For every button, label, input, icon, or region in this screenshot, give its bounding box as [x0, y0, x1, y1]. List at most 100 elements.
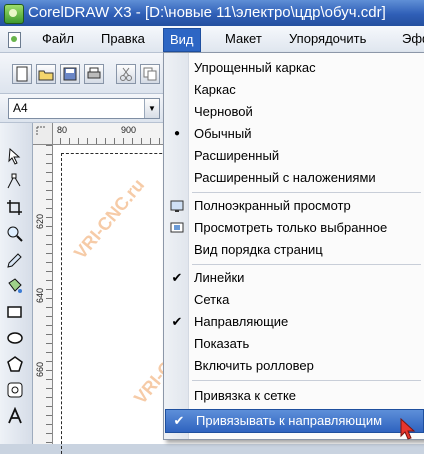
- menu-item-enhanced-overprints[interactable]: Расширенный с наложениями: [164, 167, 423, 189]
- shape-tool[interactable]: [4, 171, 26, 193]
- cut-button[interactable]: [116, 64, 136, 84]
- menu-item-label: Просмотреть только выбранное: [194, 220, 388, 235]
- menu-item-draft[interactable]: Черновой: [164, 101, 423, 123]
- magnifier-icon: [7, 226, 23, 242]
- title-bar: CorelDRAW X3 - [D:\новые 11\электро\цдр\…: [0, 0, 424, 26]
- menu-item-normal[interactable]: ● Обычный: [164, 123, 423, 145]
- checkmark-icon: ✔: [173, 413, 185, 428]
- menu-item-wireframe[interactable]: Каркас: [164, 79, 423, 101]
- menu-layout[interactable]: Макет: [219, 29, 268, 49]
- page-border: [61, 153, 172, 454]
- menu-item-enable-rollover[interactable]: Включить ролловер: [164, 355, 423, 377]
- menu-view[interactable]: Вид: [163, 28, 201, 52]
- menu-effects[interactable]: Эфф: [396, 29, 424, 49]
- pen-icon: [7, 253, 22, 268]
- ellipse-tool[interactable]: [4, 327, 26, 349]
- menu-item-full-screen[interactable]: Полноэкранный просмотр: [164, 195, 423, 217]
- coreldraw-app-icon[interactable]: [4, 4, 24, 24]
- menu-item-snap-to-grid[interactable]: Привязка к сетке: [164, 385, 423, 407]
- crop-icon: [7, 200, 22, 215]
- menu-item-label: Черновой: [194, 104, 253, 119]
- menu-item-simple-wireframe[interactable]: Упрощенный каркас: [164, 57, 423, 79]
- menu-item-view-selected[interactable]: Просмотреть только выбранное: [164, 217, 423, 239]
- view-menu-dropdown: Упрощенный каркас Каркас Черновой ● Обыч…: [163, 52, 424, 440]
- new-file-icon: [16, 66, 28, 82]
- page-size-select[interactable]: A4 ▼: [8, 98, 160, 119]
- menu-item-enhanced[interactable]: Расширенный: [164, 145, 423, 167]
- arrow-pointer-icon: [8, 147, 21, 165]
- fullscreen-icon: [170, 195, 184, 217]
- menu-separator: [192, 192, 421, 193]
- scissors-icon: [120, 67, 132, 81]
- menu-item-label: Направляющие: [194, 314, 289, 329]
- checkmark-icon: ✔: [171, 314, 183, 329]
- save-icon: [63, 67, 77, 81]
- menu-item-label: Вид порядка страниц: [194, 242, 323, 257]
- toolbox: [0, 123, 33, 444]
- menu-item-label: Сетка: [194, 292, 230, 307]
- basic-shapes-tool[interactable]: [4, 379, 26, 401]
- menu-item-page-sorter[interactable]: Вид порядка страниц: [164, 239, 423, 261]
- menu-item-rulers[interactable]: ✔ Линейки: [164, 267, 423, 289]
- freehand-tool[interactable]: [4, 249, 26, 271]
- menu-item-label: Расширенный: [194, 148, 280, 163]
- copy-icon: [143, 67, 157, 81]
- pick-tool[interactable]: [4, 145, 26, 167]
- zoom-tool[interactable]: [4, 223, 26, 245]
- menu-separator: [192, 264, 421, 265]
- print-icon: [87, 67, 101, 79]
- ruler-origin-icon: [36, 126, 45, 135]
- menu-item-label: Упрощенный каркас: [194, 60, 316, 75]
- rectangle-tool[interactable]: [4, 301, 26, 323]
- radio-dot-icon: ●: [173, 128, 181, 139]
- menu-item-label: Каркас: [194, 82, 236, 97]
- shape-node-icon: [7, 173, 21, 189]
- menu-item-grid[interactable]: Сетка: [164, 289, 423, 311]
- ruler-label: 660: [35, 361, 45, 377]
- chevron-down-icon[interactable]: ▼: [144, 99, 159, 118]
- smart-fill-tool[interactable]: [4, 275, 26, 297]
- ellipse-icon: [7, 332, 23, 344]
- menu-item-label: Полноэкранный просмотр: [194, 198, 351, 213]
- polygon-icon: [7, 356, 23, 372]
- ruler-ticks: [46, 145, 52, 444]
- crop-tool[interactable]: [4, 197, 26, 219]
- ruler-label: 900: [121, 125, 137, 135]
- text-tool[interactable]: [4, 405, 26, 427]
- document-icon[interactable]: [8, 32, 21, 48]
- mouse-pointer-icon: [400, 418, 416, 440]
- menu-item-guidelines[interactable]: ✔ Направляющие: [164, 311, 423, 333]
- rectangle-icon: [7, 306, 22, 318]
- ruler-label: 80: [57, 125, 68, 135]
- menu-item-show[interactable]: Показать: [164, 333, 423, 355]
- menu-item-snap-to-guidelines[interactable]: ✔ Привязывать к направляющим: [165, 409, 424, 433]
- view-selected-icon: [170, 217, 184, 239]
- menu-item-label: Включить ролловер: [194, 358, 314, 373]
- menu-item-label: Обычный: [194, 126, 252, 141]
- polygon-tool[interactable]: [4, 353, 26, 375]
- basic-shapes-icon: [7, 382, 23, 398]
- menu-item-label: Линейки: [194, 270, 245, 285]
- menu-edit[interactable]: Правка: [95, 29, 151, 49]
- ruler-label: 620: [35, 213, 45, 229]
- menu-separator: [192, 380, 421, 381]
- save-button[interactable]: [60, 64, 80, 84]
- menu-arrange[interactable]: Упорядочить: [283, 29, 372, 49]
- smart-fill-icon: [8, 278, 22, 293]
- menu-item-label: Привязывать к направляющим: [196, 413, 383, 428]
- window-title: CorelDRAW X3 - [D:\новые 11\электро\цдр\…: [28, 4, 386, 21]
- open-folder-icon: [38, 70, 54, 81]
- vertical-ruler[interactable]: 620 640 660: [33, 145, 53, 444]
- open-button[interactable]: [36, 64, 56, 84]
- checkmark-icon: ✔: [171, 270, 183, 285]
- menu-file[interactable]: Файл: [36, 29, 80, 49]
- menu-item-label: Показать: [194, 336, 250, 351]
- menu-item-label: Привязка к сетке: [194, 388, 297, 403]
- print-button[interactable]: [84, 64, 104, 84]
- new-document-button[interactable]: [12, 64, 32, 84]
- menu-bar: Файл Правка Вид Макет Упорядочить Эфф: [0, 26, 424, 53]
- ruler-label: 640: [35, 287, 45, 303]
- ruler-origin-corner[interactable]: [33, 123, 53, 145]
- page-size-value: A4: [13, 101, 28, 115]
- copy-button[interactable]: [140, 64, 160, 84]
